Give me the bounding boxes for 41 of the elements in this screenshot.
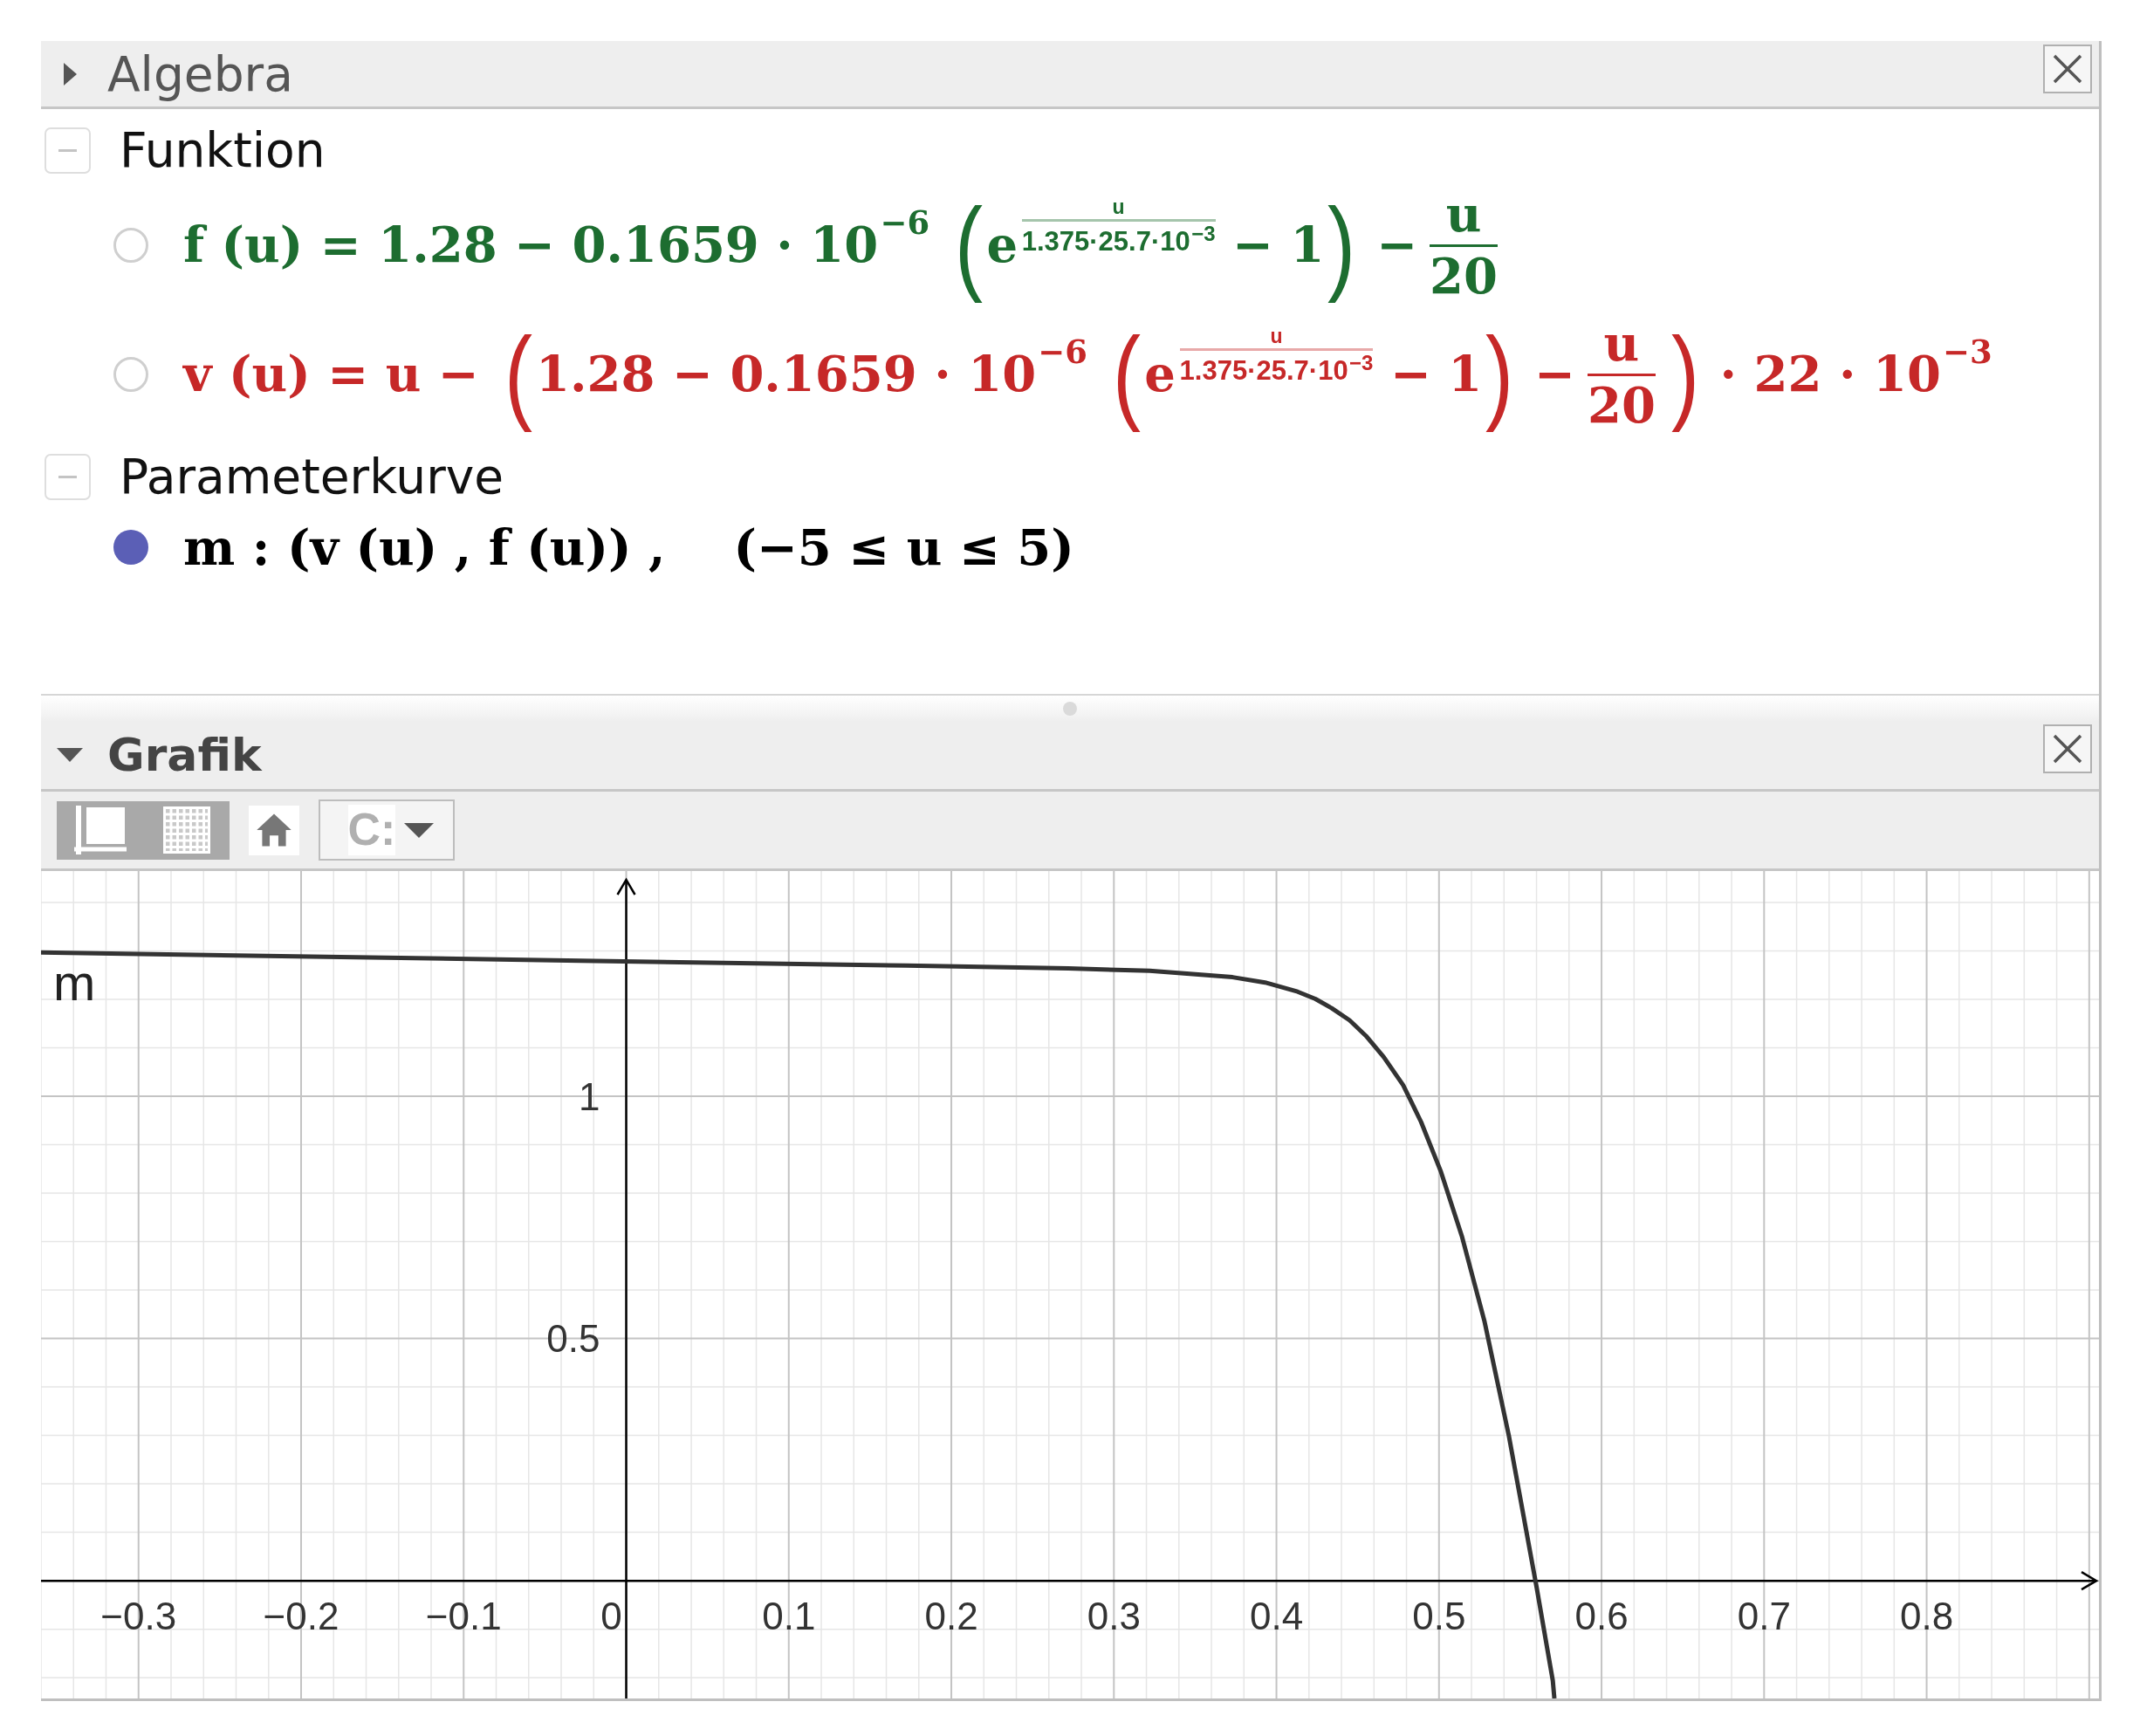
- tick-label: 0.6: [1574, 1594, 1629, 1637]
- radio-icon[interactable]: [113, 228, 148, 264]
- panel-title: Grafik: [107, 727, 264, 783]
- grid-toggle-button[interactable]: [143, 800, 230, 860]
- grid-icon: [162, 806, 210, 854]
- close-button[interactable]: [2043, 724, 2092, 773]
- tick-label: −0.2: [263, 1594, 339, 1637]
- tick-label: 0.2: [924, 1594, 978, 1637]
- formula: m : (v (u) , f (u)) , (−5 ≤ u ≤ 5): [183, 520, 1074, 575]
- tick-label: 0.1: [762, 1594, 816, 1637]
- house-icon: [256, 813, 292, 847]
- caret-icon: [404, 822, 435, 838]
- axes-toggle-button[interactable]: [57, 800, 143, 860]
- home-button[interactable]: [249, 805, 299, 855]
- tick-label: 0.5: [1412, 1594, 1466, 1637]
- tick-label: 0.8: [1900, 1594, 1954, 1637]
- close-icon: [2053, 734, 2082, 764]
- category-label: Parameterkurve: [120, 448, 504, 506]
- close-button[interactable]: [2043, 45, 2092, 93]
- tick-label: 0.4: [1249, 1594, 1304, 1637]
- curve-line[interactable]: [41, 950, 1557, 1698]
- tick-label: 0.3: [1087, 1594, 1141, 1637]
- grip-dot-icon[interactable]: [1063, 701, 1077, 716]
- tick-label: 1: [579, 1074, 600, 1118]
- curve-label: m: [53, 953, 96, 1011]
- triangle-down-icon[interactable]: [57, 748, 83, 762]
- tick-label: −0.1: [425, 1594, 502, 1637]
- minus-box-icon[interactable]: [45, 453, 91, 500]
- tick-label: 0.7: [1737, 1594, 1791, 1637]
- triangle-right-icon[interactable]: [63, 62, 77, 86]
- tick-label: 0.5: [546, 1317, 600, 1361]
- close-icon: [2053, 54, 2082, 84]
- tick-label: 0: [600, 1594, 622, 1637]
- graph-canvas[interactable]: −0.3 −0.2 −0.1 0 0.1 0.2 0.3 0.4 0.5 0.6 0.7 0.8 0.5 1 m: [41, 871, 2099, 1698]
- radio-icon[interactable]: [113, 357, 148, 393]
- category-label: Funktion: [120, 121, 326, 179]
- panel-title: Algebra: [107, 45, 294, 103]
- radio-icon[interactable]: [113, 530, 148, 566]
- minus-box-icon[interactable]: [45, 127, 91, 174]
- tick-label: −0.3: [100, 1594, 177, 1637]
- axes-icon: [73, 806, 127, 854]
